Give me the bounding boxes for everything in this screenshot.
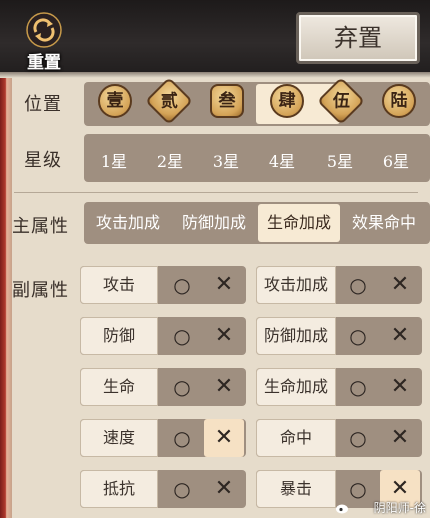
- sub-attr-row: 防御加成 ○ ✕: [256, 317, 422, 355]
- discard-button[interactable]: 弃置: [296, 12, 420, 64]
- include-circle-icon[interactable]: ○: [162, 470, 202, 508]
- position-4[interactable]: 肆: [270, 84, 304, 118]
- main-attr-attack-bonus[interactable]: 攻击加成: [86, 204, 170, 242]
- main-attr-defense-bonus[interactable]: 防御加成: [172, 204, 256, 242]
- reset-label: 重置: [27, 53, 61, 73]
- divider: [14, 192, 418, 193]
- sub-attr-name: 速度: [80, 419, 158, 457]
- position-2-label: 贰: [160, 91, 178, 111]
- exclude-cross-icon[interactable]: ✕: [204, 419, 244, 457]
- star-6[interactable]: 6星: [368, 148, 424, 172]
- star-3[interactable]: 3星: [198, 148, 254, 172]
- star-label: 星级: [24, 150, 62, 171]
- star-4[interactable]: 4星: [254, 148, 310, 172]
- sub-attr-row: 攻击 ○ ✕: [80, 266, 246, 304]
- position-6[interactable]: 陆: [382, 84, 416, 118]
- sub-attr-name: 防御: [80, 317, 158, 355]
- sub-attr-row: 速度 ○ ✕: [80, 419, 246, 457]
- main-attr-effect-hit[interactable]: 效果命中: [342, 204, 426, 242]
- sub-attr-name: 攻击加成: [256, 266, 336, 304]
- sub-attr-row: 生命加成 ○ ✕: [256, 368, 422, 406]
- exclude-cross-icon[interactable]: ✕: [204, 266, 244, 304]
- position-3[interactable]: 叁: [210, 84, 244, 118]
- star-2[interactable]: 2星: [142, 148, 198, 172]
- exclude-cross-icon[interactable]: ✕: [380, 266, 420, 304]
- sub-attr-label: 副属性: [12, 280, 69, 301]
- exclude-cross-icon[interactable]: ✕: [380, 419, 420, 457]
- star-5[interactable]: 5星: [312, 148, 368, 172]
- include-circle-icon[interactable]: ○: [162, 266, 202, 304]
- watermark-text: 阴阳师-徐: [373, 501, 426, 515]
- position-1[interactable]: 壹: [98, 84, 132, 118]
- include-circle-icon[interactable]: ○: [338, 266, 378, 304]
- main-attr-hp-bonus[interactable]: 生命加成: [258, 204, 340, 242]
- sub-attr-row: 防御 ○ ✕: [80, 317, 246, 355]
- reset-button[interactable]: 重置: [18, 12, 70, 73]
- include-circle-icon[interactable]: ○: [338, 368, 378, 406]
- include-circle-icon[interactable]: ○: [338, 419, 378, 457]
- sub-attr-row: 生命 ○ ✕: [80, 368, 246, 406]
- left-scroll-decoration: [0, 78, 12, 518]
- sub-attr-name: 命中: [256, 419, 336, 457]
- sub-attr-name: 防御加成: [256, 317, 336, 355]
- sub-attr-name: 暴击: [256, 470, 336, 508]
- weibo-icon: [336, 504, 348, 514]
- include-circle-icon[interactable]: ○: [338, 317, 378, 355]
- main-attr-label: 主属性: [12, 216, 69, 237]
- exclude-cross-icon[interactable]: ✕: [380, 368, 420, 406]
- sub-attr-name: 攻击: [80, 266, 158, 304]
- star-1[interactable]: 1星: [86, 148, 142, 172]
- reset-icon: [26, 12, 62, 48]
- exclude-cross-icon[interactable]: ✕: [380, 317, 420, 355]
- sub-attr-name: 生命: [80, 368, 158, 406]
- sub-attr-row: 抵抗 ○ ✕: [80, 470, 246, 508]
- include-circle-icon[interactable]: ○: [162, 419, 202, 457]
- exclude-cross-icon[interactable]: ✕: [204, 317, 244, 355]
- sub-attr-name: 生命加成: [256, 368, 336, 406]
- sub-attr-row: 命中 ○ ✕: [256, 419, 422, 457]
- sub-attr-name: 抵抗: [80, 470, 158, 508]
- exclude-cross-icon[interactable]: ✕: [204, 368, 244, 406]
- exclude-cross-icon[interactable]: ✕: [204, 470, 244, 508]
- position-5-label: 伍: [332, 91, 350, 111]
- include-circle-icon[interactable]: ○: [162, 317, 202, 355]
- position-label: 位置: [24, 94, 62, 115]
- include-circle-icon[interactable]: ○: [162, 368, 202, 406]
- sub-attr-row: 攻击加成 ○ ✕: [256, 266, 422, 304]
